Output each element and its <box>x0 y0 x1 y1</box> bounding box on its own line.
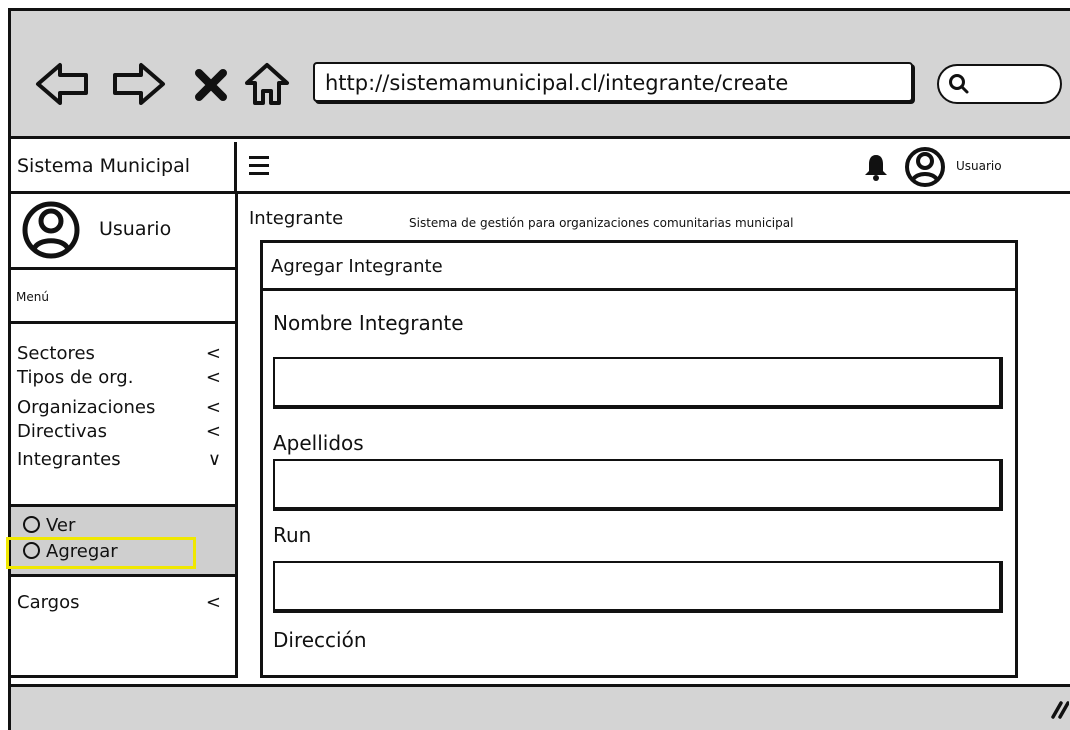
bell-icon[interactable] <box>863 153 889 181</box>
main-content: Integrante Sistema de gestión para organ… <box>249 194 1069 684</box>
sidebar-item-label: Integrantes <box>17 449 121 470</box>
user-avatar-icon <box>21 200 81 260</box>
search-icon <box>947 72 971 96</box>
sidebar-item-label: Organizaciones <box>17 397 156 418</box>
apellidos-input[interactable] <box>273 459 1003 511</box>
close-icon[interactable] <box>191 59 231 109</box>
sidebar-menu: Sectores < Tipos de org. < Organizacione… <box>11 342 235 472</box>
chevron-down-icon: ∨ <box>207 449 221 470</box>
circle-icon <box>23 516 40 533</box>
circle-icon <box>23 542 40 559</box>
sidebar-item-label: Cargos <box>17 592 80 613</box>
direccion-label: Dirección <box>273 628 367 652</box>
card-title: Agregar Integrante <box>263 243 1015 291</box>
home-icon[interactable] <box>243 59 291 109</box>
back-arrow-icon[interactable] <box>34 59 92 109</box>
browser-search-field[interactable] <box>937 64 1062 104</box>
header-user-label[interactable]: Usuario <box>956 159 1002 173</box>
sidebar-item-label: Tipos de org. <box>17 367 134 388</box>
sidebar: Usuario Menú Sectores < Tipos de org. < … <box>6 194 238 678</box>
page-title: Integrante <box>249 208 344 229</box>
chevron-left-icon: < <box>205 592 221 613</box>
sidebar-item-cargos[interactable]: Cargos < <box>11 591 235 615</box>
app-header: Sistema Municipal Usuario <box>11 142 1070 194</box>
sidebar-user-panel: Usuario <box>11 194 235 270</box>
chevron-left-icon: < <box>205 343 221 364</box>
submenu-item-ver[interactable]: Ver <box>23 515 75 536</box>
resize-grip-icon[interactable] <box>1047 697 1070 719</box>
sidebar-item-sectores[interactable]: Sectores < <box>11 342 235 366</box>
sidebar-item-tipos-de-org[interactable]: Tipos de org. < <box>11 366 235 390</box>
integrantes-submenu: Ver Agregar <box>6 504 235 577</box>
brand-title[interactable]: Sistema Municipal <box>11 142 237 191</box>
sidebar-item-integrantes[interactable]: Integrantes ∨ <box>11 448 235 472</box>
submenu-item-agregar[interactable]: Agregar <box>23 541 118 562</box>
sidebar-item-organizaciones[interactable]: Organizaciones < <box>11 396 235 420</box>
run-input[interactable] <box>273 561 1003 613</box>
form-card: Agregar Integrante Nombre Integrante Ape… <box>260 240 1018 678</box>
chevron-left-icon: < <box>205 397 221 418</box>
apellidos-label: Apellidos <box>273 431 364 455</box>
submenu-item-label: Agregar <box>46 541 118 562</box>
browser-status-bar <box>11 684 1070 730</box>
sidebar-menu-cargos: Cargos < <box>11 591 235 615</box>
sidebar-item-label: Sectores <box>17 343 95 364</box>
forward-arrow-icon[interactable] <box>109 59 167 109</box>
nombre-input[interactable] <box>273 357 1003 409</box>
chevron-left-icon: < <box>205 367 221 388</box>
submenu-item-label: Ver <box>46 515 76 536</box>
user-avatar-icon[interactable] <box>904 146 946 188</box>
hamburger-icon[interactable] <box>249 156 269 176</box>
chevron-left-icon: < <box>205 421 221 442</box>
page-subtitle: Sistema de gestión para organizaciones c… <box>409 216 794 230</box>
menu-label: Menú <box>11 270 235 324</box>
nombre-label: Nombre Integrante <box>273 311 464 335</box>
sidebar-user-name: Usuario <box>99 218 172 240</box>
run-label: Run <box>273 523 312 547</box>
sidebar-item-label: Directivas <box>17 421 107 442</box>
sidebar-item-directivas[interactable]: Directivas < <box>11 420 235 444</box>
url-bar[interactable]: http://sistemamunicipal.cl/integrante/cr… <box>313 62 913 102</box>
